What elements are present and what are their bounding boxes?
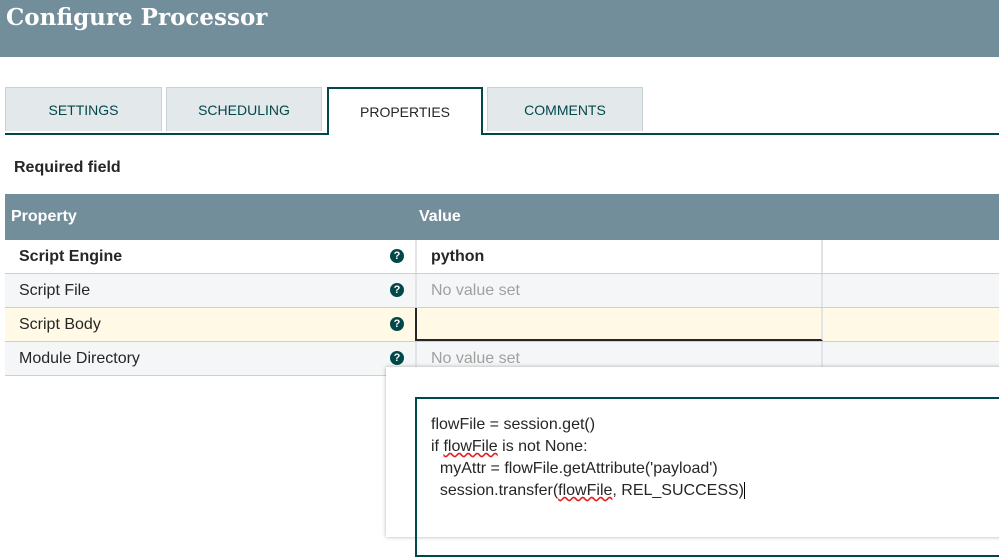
table-row[interactable]: Script Engine ? python <box>5 240 999 274</box>
code-line: if flowFile is not None: <box>431 438 588 455</box>
property-name: Script Engine <box>19 248 123 265</box>
dialog-header: Configure Processor <box>0 0 999 57</box>
tab-settings[interactable]: SETTINGS <box>5 87 162 131</box>
value-editor-popup: flowFile = session.get() if flowFile is … <box>386 367 999 557</box>
text-cursor <box>743 482 745 499</box>
property-value[interactable]: python <box>415 240 823 273</box>
help-icon[interactable]: ? <box>390 283 404 297</box>
code-text: , REL_SUCCESS) <box>612 482 744 499</box>
help-icon[interactable]: ? <box>390 351 404 365</box>
code-line: flowFile = session.get() <box>431 416 596 433</box>
script-body-editor[interactable]: flowFile = session.get() if flowFile is … <box>415 397 999 557</box>
code-line: session.transfer(flowFile, REL_SUCCESS) <box>431 482 745 499</box>
code-text: is not None: <box>497 438 588 455</box>
table-row-selected[interactable]: Script Body ? <box>5 308 999 342</box>
column-header-value: Value <box>419 208 461 225</box>
misspelled-word: flowFile <box>443 438 498 455</box>
property-name: Script Body <box>19 316 101 333</box>
dialog-title: Configure Processor <box>6 4 268 31</box>
misspelled-word: flowFile <box>558 482 613 499</box>
tab-bar: SETTINGS SCHEDULING PROPERTIES COMMENTS <box>5 87 999 135</box>
help-icon[interactable]: ? <box>390 317 404 331</box>
table-header: Property Value <box>5 194 999 240</box>
tab-scheduling[interactable]: SCHEDULING <box>166 87 322 131</box>
tab-properties[interactable]: PROPERTIES <box>327 87 483 135</box>
column-header-property: Property <box>11 208 77 225</box>
property-value[interactable] <box>415 308 823 341</box>
property-value[interactable]: No value set <box>415 274 823 307</box>
code-line: myAttr = flowFile.getAttribute('payload'… <box>431 460 718 477</box>
property-name: Script File <box>19 282 91 299</box>
property-name: Module Directory <box>19 350 140 367</box>
code-text: if <box>431 438 444 455</box>
help-icon[interactable]: ? <box>390 249 404 263</box>
code-text: session.transfer( <box>431 482 559 499</box>
tab-comments[interactable]: COMMENTS <box>487 87 643 131</box>
table-row[interactable]: Script File ? No value set <box>5 274 999 308</box>
required-field-label: Required field <box>14 159 121 176</box>
